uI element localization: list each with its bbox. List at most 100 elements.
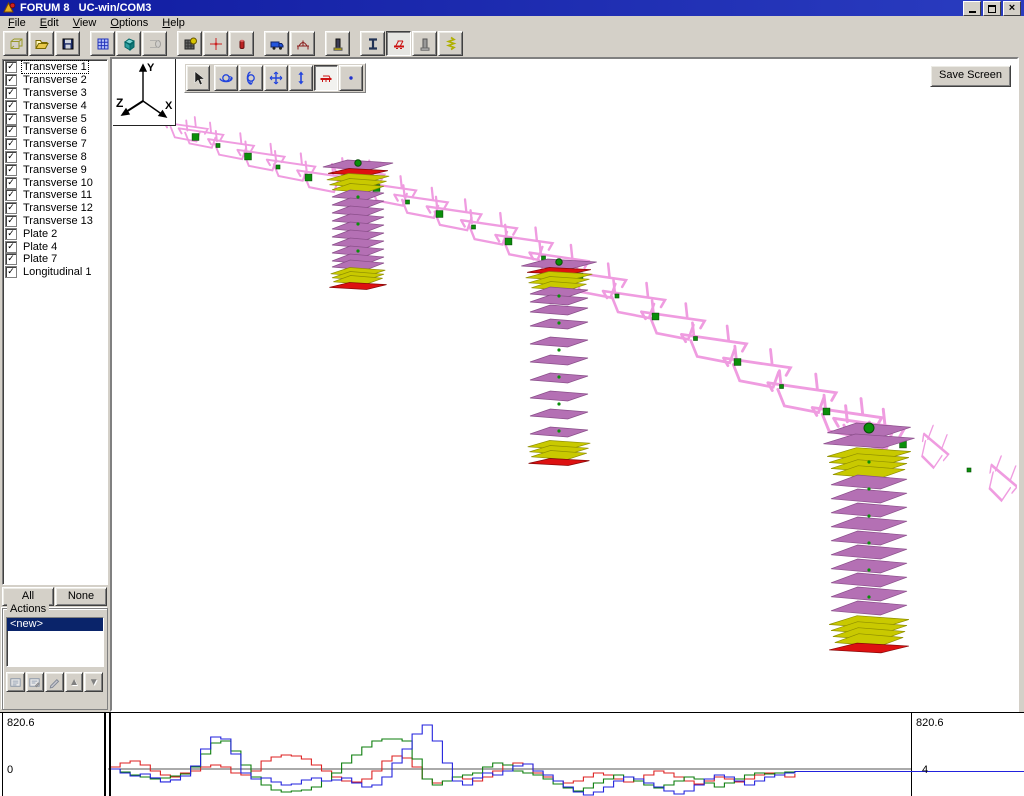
layer-row-transverse-4[interactable]: ✓Transverse 4	[3, 99, 107, 112]
vehicle-load-button[interactable]	[264, 31, 289, 56]
bridge-profile-button[interactable]	[290, 31, 315, 56]
layer-label: Transverse 9	[22, 164, 88, 176]
node-dot	[780, 385, 784, 389]
layer-label: Plate 2	[22, 228, 58, 240]
checkbox-icon[interactable]: ✓	[5, 266, 17, 278]
pan-view-button[interactable]	[264, 65, 288, 91]
none-button[interactable]: None	[55, 587, 107, 606]
checkbox-icon[interactable]: ✓	[5, 74, 17, 86]
checkbox-icon[interactable]: ✓	[5, 177, 17, 189]
checkbox-icon[interactable]: ✓	[5, 125, 17, 137]
zoom-vertical-button[interactable]	[289, 65, 313, 91]
menu-view[interactable]: View	[67, 16, 103, 30]
layer-label: Plate 7	[22, 253, 58, 265]
close-button[interactable]: ×	[1003, 1, 1021, 16]
open-file-button[interactable]	[29, 31, 54, 56]
point-size-button[interactable]	[339, 65, 363, 91]
layer-list[interactable]: ✓Transverse 1✓Transverse 2✓Transverse 3✓…	[2, 59, 108, 585]
action-report-button[interactable]	[6, 672, 25, 692]
save-file-button[interactable]	[55, 31, 80, 56]
zoom-vertical-icon	[293, 70, 309, 86]
checkbox-icon[interactable]: ✓	[5, 164, 17, 176]
mesh-generate-button[interactable]	[177, 31, 202, 56]
checkbox-icon[interactable]: ✓	[5, 87, 17, 99]
actions-list[interactable]: <new>	[6, 617, 104, 667]
view-3d-button[interactable]	[116, 31, 141, 56]
node-dot	[967, 468, 971, 472]
action-rename-button[interactable]	[45, 672, 64, 692]
menu-file[interactable]: File	[2, 16, 32, 30]
checkbox-icon[interactable]: ✓	[5, 151, 17, 163]
result-check-button[interactable]	[386, 31, 411, 56]
menu-options[interactable]: Options	[104, 16, 154, 30]
layer-row-transverse-1[interactable]: ✓Transverse 1	[3, 61, 107, 74]
open-file-icon	[34, 36, 50, 52]
checkbox-icon[interactable]: ✓	[5, 202, 17, 214]
checkbox-icon[interactable]: ✓	[5, 189, 17, 201]
layer-sidebar: ✓Transverse 1✓Transverse 2✓Transverse 3✓…	[0, 57, 110, 712]
layer-row-transverse-6[interactable]: ✓Transverse 6	[3, 125, 107, 138]
layer-row-plate-7[interactable]: ✓ Plate 7	[3, 253, 107, 266]
layer-row-transverse-10[interactable]: ✓Transverse 10	[3, 176, 107, 189]
layer-row-transverse-8[interactable]: ✓Transverse 8	[3, 151, 107, 164]
arrow-down-icon: ▼	[89, 677, 99, 688]
move-down-button[interactable]: ▼	[84, 672, 103, 692]
select-cursor-button[interactable]	[186, 65, 210, 91]
model-viewport[interactable]: Y X Z Save Screen	[110, 57, 1019, 712]
layer-row-transverse-5[interactable]: ✓Transverse 5	[3, 112, 107, 125]
checkbox-icon[interactable]: ✓	[5, 241, 17, 253]
node-dot	[615, 294, 619, 298]
node-add-button[interactable]	[203, 31, 228, 56]
section-view-button[interactable]	[142, 31, 167, 56]
pier-view-button[interactable]	[412, 31, 437, 56]
layer-row-transverse-3[interactable]: ✓Transverse 3	[3, 87, 107, 100]
layer-row-transverse-13[interactable]: ✓Transverse 13	[3, 215, 107, 228]
checkbox-icon[interactable]: ✓	[5, 138, 17, 150]
main-area: ✓Transverse 1✓Transverse 2✓Transverse 3✓…	[0, 57, 1024, 712]
menu-edit[interactable]: Edit	[34, 16, 65, 30]
pier-model-button[interactable]	[325, 31, 350, 56]
window-title: FORUM 8 UC-win/COM3	[20, 2, 963, 14]
rotate-axis-button[interactable]	[239, 65, 263, 91]
toolbar-group	[90, 31, 168, 56]
title-bar[interactable]: FORUM 8 UC-win/COM3 ×	[0, 0, 1024, 16]
node-dot	[505, 238, 512, 245]
move-up-button[interactable]: ▲	[65, 672, 84, 692]
action-edit-button[interactable]	[26, 672, 45, 692]
toolbar-group	[264, 31, 316, 56]
node-dot	[245, 153, 252, 160]
layer-row-transverse-11[interactable]: ✓Transverse 11	[3, 189, 107, 202]
new-model-icon	[8, 36, 24, 52]
model-canvas[interactable]	[112, 59, 1018, 710]
layer-row-transverse-12[interactable]: ✓Transverse 12	[3, 202, 107, 215]
new-model-button[interactable]	[3, 31, 28, 56]
minimize-button[interactable]	[963, 1, 981, 16]
member-add-button[interactable]	[229, 31, 254, 56]
toolbar-group	[177, 31, 255, 56]
restore-button[interactable]	[983, 1, 1001, 16]
action-edit-icon	[27, 675, 42, 690]
layer-row-transverse-7[interactable]: ✓Transverse 7	[3, 138, 107, 151]
layer-row-plate-4[interactable]: ✓Plate 4	[3, 240, 107, 253]
checkbox-icon[interactable]: ✓	[5, 113, 17, 125]
grid-view-button[interactable]	[90, 31, 115, 56]
ibeam-section-button[interactable]	[360, 31, 385, 56]
menu-help[interactable]: Help	[156, 16, 191, 30]
checkbox-icon[interactable]: ✓	[5, 228, 17, 240]
app-window: { "window":{"title":"FORUM 8 UC-win/COM3…	[0, 0, 1024, 796]
checkbox-icon[interactable]: ✓	[5, 215, 17, 227]
layer-row-transverse-2[interactable]: ✓Transverse 2	[3, 74, 107, 87]
layer-row-plate-2[interactable]: ✓ Plate 2	[3, 227, 107, 240]
girder-section	[980, 454, 1018, 504]
layer-row-longitudinal-1[interactable]: ✓Longitudinal 1	[3, 266, 107, 279]
checkbox-icon[interactable]: ✓	[5, 100, 17, 112]
result-display-button[interactable]	[314, 65, 338, 91]
checkbox-icon[interactable]: ✓	[5, 253, 17, 265]
layer-row-transverse-9[interactable]: ✓ Transverse 9	[3, 163, 107, 176]
spring-support-button[interactable]	[438, 31, 463, 56]
main-toolbar	[0, 30, 1024, 57]
action-item[interactable]: <new>	[7, 618, 103, 631]
checkbox-icon[interactable]: ✓	[5, 61, 17, 73]
rotate-free-button[interactable]	[214, 65, 238, 91]
save-screen-button[interactable]: Save Screen	[930, 65, 1011, 87]
